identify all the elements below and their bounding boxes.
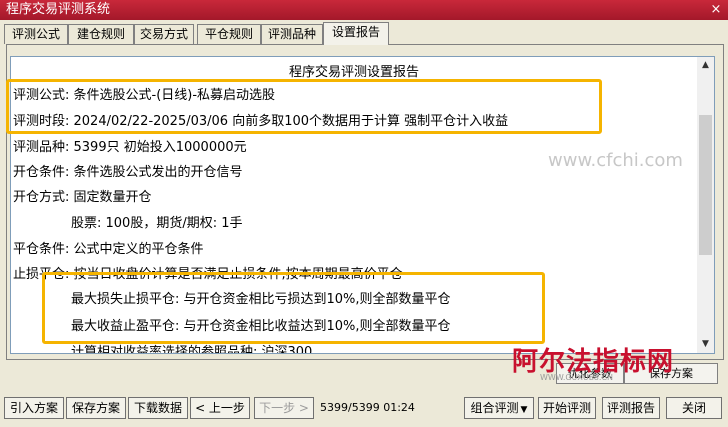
save-plan-button[interactable]: 保存方案	[66, 397, 126, 419]
download-data-button[interactable]: 下载数据	[128, 397, 188, 419]
scroll-up-icon[interactable]: ▲	[697, 57, 714, 74]
close-icon[interactable]: ×	[708, 2, 724, 18]
tab-settings-report[interactable]: 设置报告	[323, 22, 389, 45]
title-bar: 程序交易评测系统 ×	[0, 0, 728, 20]
scroll-down-icon[interactable]: ▼	[697, 336, 714, 353]
tab-symbols[interactable]: 评测品种	[261, 24, 323, 44]
scroll-thumb[interactable]	[699, 115, 712, 255]
eval-report-button[interactable]: 评测报告	[602, 397, 660, 419]
window-title: 程序交易评测系统	[6, 2, 111, 17]
next-step-button[interactable]: 下一步 >	[254, 397, 314, 419]
highlight-box-top	[6, 79, 602, 134]
highlight-box-bottom	[42, 272, 545, 344]
import-plan-button[interactable]: 引入方案	[4, 397, 64, 419]
report-line-open-mode: 开仓方式: 固定数量开仓	[13, 190, 152, 205]
tab-formula[interactable]: 评测公式	[4, 24, 68, 44]
tab-open-rules[interactable]: 建仓规则	[68, 24, 134, 44]
report-line-lot-size: 股票: 100股，期货/期权: 1手	[71, 216, 243, 231]
combo-eval-label: 组合评测	[470, 401, 519, 415]
start-eval-button[interactable]: 开始评测	[538, 397, 596, 419]
prev-step-button[interactable]: < 上一步	[190, 397, 250, 419]
close-button[interactable]: 关闭	[666, 397, 722, 419]
combo-eval-dropdown[interactable]: 组合评测 ▼	[464, 397, 534, 419]
report-line-symbols: 评测品种: 5399只 初始投入1000000元	[13, 140, 247, 155]
tab-close-rules[interactable]: 平仓规则	[197, 24, 261, 44]
chevron-down-icon: ▼	[520, 405, 528, 415]
brand-url: WWW.GUXUE8.CN	[540, 373, 614, 382]
report-scrollbar[interactable]: ▲ ▼	[697, 56, 715, 354]
progress-status: 5399/5399 01:24	[320, 401, 415, 414]
tab-trade-mode[interactable]: 交易方式	[134, 24, 194, 44]
watermark-text: www.cfchi.com	[548, 150, 683, 171]
report-line-close-condition: 平仓条件: 公式中定义的平仓条件	[13, 242, 204, 257]
report-line-open-condition: 开仓条件: 条件选股公式发出的开仓信号	[13, 165, 243, 180]
report-title: 程序交易评测设置报告	[288, 65, 419, 80]
